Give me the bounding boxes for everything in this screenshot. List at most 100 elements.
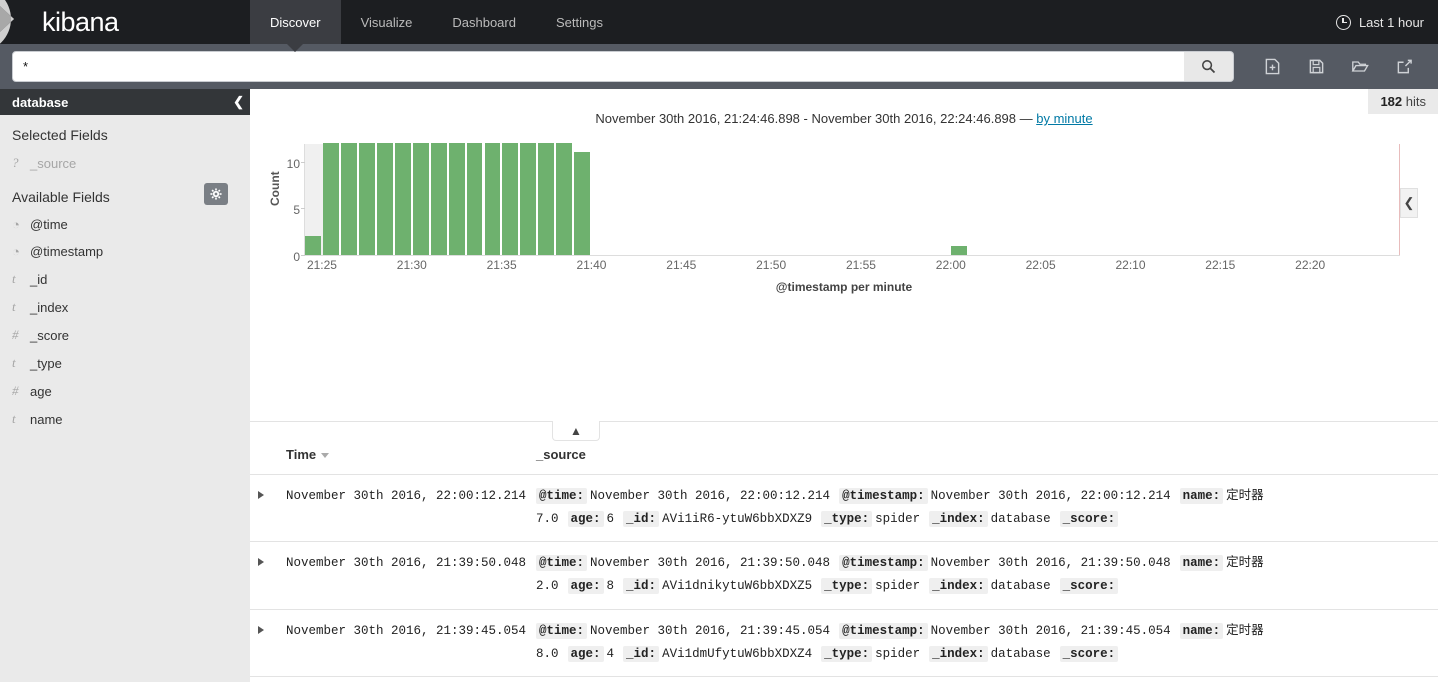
kibana-logo-icon [0, 0, 14, 44]
main-content: 182 hits November 30th 2016, 21:24:46.89… [250, 89, 1438, 682]
histogram-bar[interactable] [951, 245, 968, 255]
index-pattern-header: database ❮ [0, 89, 250, 115]
x-axis-tick: 22:15 [1205, 258, 1236, 272]
available-fields-header: Available Fields [0, 177, 250, 211]
new-search-button[interactable] [1250, 45, 1294, 89]
tab-discover[interactable]: Discover [250, 0, 341, 52]
x-axis-tick: 21:25 [306, 258, 337, 272]
x-axis-tick: 21:35 [486, 258, 517, 272]
source-field-key: _score: [1059, 645, 1119, 662]
histogram-bars [305, 143, 1400, 255]
histogram-bar[interactable] [502, 143, 519, 255]
expand-caret-icon[interactable] [258, 625, 264, 634]
table-row: November 30th 2016, 21:39:50.048 @time: No… [250, 541, 1438, 610]
row-source-cell: @time:November 30th 2016, 21:39:40.046@t… [528, 676, 1438, 682]
expand-row-cell[interactable] [250, 676, 278, 682]
available-fields-title: Available Fields [12, 189, 110, 205]
chart-collapse-button[interactable]: ❮ [1400, 188, 1418, 218]
field-name-label: age [30, 383, 52, 399]
histogram-bar[interactable] [358, 143, 375, 255]
field-type-icon: t [12, 299, 16, 314]
source-field-value: database [990, 646, 1051, 661]
brand-title: kibana [42, 6, 119, 37]
tab-settings[interactable]: Settings [536, 0, 623, 44]
source-field-key: _score: [1059, 578, 1119, 595]
field-name-label: @timestamp [30, 244, 104, 259]
row-source-cell: @time: November 30th 2016, 21:39:50.048 @t… [528, 541, 1438, 610]
documents-table-body: November 30th 2016, 22:00:12.214 @time: No… [250, 474, 1438, 682]
histogram-bar[interactable] [305, 236, 321, 255]
open-search-button[interactable] [1338, 45, 1382, 89]
field-row-type[interactable]: t _type [0, 349, 250, 377]
field-row-id[interactable]: t _id [0, 265, 250, 293]
histogram-bar[interactable] [322, 143, 339, 255]
field-row-score[interactable]: # _score [0, 321, 250, 349]
row-time-cell: November 30th 2016, 21:39:40.046 [278, 676, 528, 682]
field-row-age[interactable]: # age [0, 377, 250, 405]
source-field-key: age: [567, 645, 604, 662]
expand-row-cell[interactable] [250, 474, 278, 543]
search-input[interactable] [12, 51, 1189, 82]
field-type-icon: ◔ [12, 244, 20, 259]
time-range-picker[interactable]: Last 1 hour [1335, 0, 1424, 44]
interval-link[interactable]: by minute [1036, 111, 1092, 126]
histogram-bar[interactable] [466, 143, 483, 255]
histogram-bar[interactable] [412, 143, 429, 255]
open-search-icon [1351, 61, 1369, 72]
histogram-bar[interactable] [430, 143, 447, 255]
source-field-value: November 30th 2016, 21:39:45.054 [590, 623, 831, 638]
time-column-header[interactable]: Time [278, 431, 528, 475]
expand-row-cell[interactable] [250, 541, 278, 610]
source-field-key: _index: [929, 578, 988, 595]
tab-visualize[interactable]: Visualize [341, 0, 433, 44]
field-row-at-time[interactable]: ◔ @time [0, 211, 250, 238]
histogram-toggle-button[interactable]: ▲ [552, 421, 600, 441]
chart-plot-area[interactable] [304, 143, 1400, 256]
histogram-bar[interactable] [538, 143, 555, 255]
source-field-key: @time: [536, 488, 588, 504]
field-row-index[interactable]: t _index [0, 293, 250, 321]
expand-caret-icon[interactable] [258, 558, 264, 567]
source-field-key: name: [1179, 488, 1224, 504]
histogram-bar[interactable] [448, 143, 465, 255]
source-field-value: spider [875, 579, 921, 594]
expand-row-cell[interactable] [250, 609, 278, 677]
histogram-bar[interactable] [376, 143, 393, 255]
field-row-at-timestamp[interactable]: ◔ @timestamp [0, 238, 250, 265]
body-container: database ❮ Selected Fields ? _source Ava… [0, 89, 1438, 682]
field-row-name[interactable]: t name [0, 405, 250, 433]
field-type-icon: # [12, 327, 19, 342]
sidebar-collapse-button[interactable]: ❮ [233, 89, 244, 115]
hits-label: hits [1405, 94, 1426, 109]
share-search-button[interactable] [1382, 45, 1426, 89]
histogram-bar[interactable] [394, 143, 411, 255]
source-field-key: @time: [536, 555, 588, 572]
source-field-key: _id: [623, 645, 660, 662]
histogram-bar[interactable] [520, 143, 537, 255]
x-axis-tick: 22:10 [1115, 258, 1146, 272]
histogram-bar[interactable] [556, 143, 573, 255]
x-axis-tick: 22:05 [1025, 258, 1056, 272]
field-settings-button[interactable] [204, 183, 228, 205]
field-row-source[interactable]: ? _source [0, 149, 250, 177]
brand-area: kibana [0, 0, 250, 44]
search-submit-button[interactable] [1184, 51, 1234, 82]
gear-icon [210, 188, 222, 200]
histogram-bar[interactable] [484, 143, 501, 255]
expand-caret-icon[interactable] [258, 491, 264, 499]
save-search-button[interactable] [1294, 45, 1338, 89]
share-search-icon [1397, 59, 1412, 74]
row-source-cell: @time: November 30th 2016, 22:00:12.214 @t… [528, 474, 1438, 543]
source-field-key: age: [567, 511, 604, 528]
source-field-key: age: [567, 578, 604, 595]
source-field-key: @time: [536, 622, 588, 639]
source-field-value: 6 [606, 512, 615, 527]
histogram-bar[interactable] [340, 143, 357, 255]
tab-dashboard[interactable]: Dashboard [432, 0, 536, 44]
source-field-value: November 30th 2016, 21:39:50.048 [590, 556, 831, 571]
sort-caret-icon[interactable] [321, 453, 330, 459]
save-search-icon [1309, 59, 1323, 74]
source-field-key: _type: [821, 578, 873, 595]
histogram-bar[interactable] [574, 152, 591, 255]
chart-range-text: November 30th 2016, 21:24:46.898 - Novem… [595, 111, 1037, 126]
